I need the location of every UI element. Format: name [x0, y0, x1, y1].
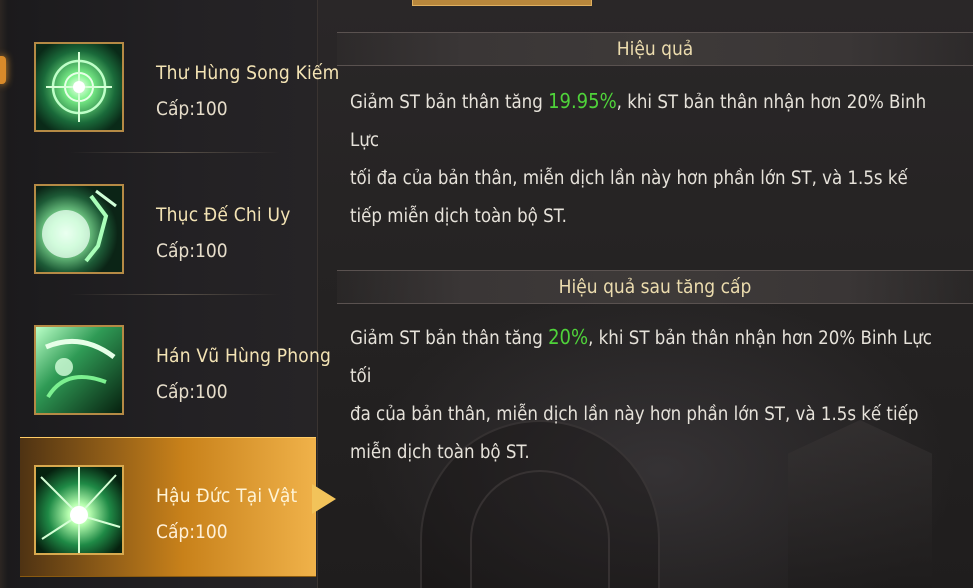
effect-value: 19.95%	[548, 89, 617, 113]
top-tab-edge	[412, 0, 592, 6]
upgrade-text: Giảm ST bản thân tăng	[350, 328, 549, 349]
skill-level: Cấp:100	[156, 521, 228, 543]
upgrade-effect-header: Hiệu quả sau tăng cấp	[337, 270, 973, 304]
upgrade-line-3: miễn dịch toàn bộ ST.	[350, 442, 530, 463]
upgrade-value: 20%	[548, 325, 589, 349]
skill-name: Thư Hùng Song Kiếm	[156, 62, 340, 84]
skill-level: Cấp:100	[156, 98, 228, 120]
effect-text: Giảm ST bản thân tăng	[350, 92, 549, 113]
effect-header: Hiệu quả	[337, 32, 973, 66]
twin-swords-skill-icon	[34, 42, 124, 132]
skill-level: Cấp:100	[156, 381, 228, 403]
upgrade-line-2: đa của bản thân, miễn dịch lần này hơn p…	[350, 404, 919, 425]
skill-list-panel: Thư Hùng Song Kiếm Cấp:100 Thục Đế Chi U…	[0, 0, 339, 588]
skill-level: Cấp:100	[156, 240, 228, 262]
effect-title: Hiệu quả	[616, 38, 694, 60]
wind-martial-skill-icon	[34, 325, 124, 415]
emperor-might-skill-icon	[34, 184, 124, 274]
skill-item-thuc-de-chi-uy[interactable]: Thục Đế Chi Uy Cấp:100	[20, 162, 318, 302]
skill-item-thu-hung-song-kiem[interactable]: Thư Hùng Song Kiếm Cấp:100	[20, 20, 339, 160]
list-divider	[70, 152, 280, 153]
virtue-burst-skill-icon	[34, 465, 124, 555]
skill-item-han-vu-hung-phong[interactable]: Hán Vũ Hùng Phong Cấp:100	[20, 303, 331, 443]
skill-name: Hậu Đức Tại Vật	[156, 485, 298, 507]
skill-name: Hán Vũ Hùng Phong	[156, 345, 332, 367]
upgrade-effect-title: Hiệu quả sau tăng cấp	[558, 276, 752, 298]
upgrade-line-1: Giảm ST bản thân tăng 20%, khi ST bản th…	[350, 318, 950, 396]
panel-left-edge	[0, 0, 8, 588]
effect-line-2: tối đa của bản thân, miễn dịch lần này h…	[350, 168, 908, 189]
effect-line-3: tiếp miễn dịch toàn bộ ST.	[350, 206, 567, 227]
panel-edge-glow	[0, 56, 6, 84]
skill-name: Thục Đế Chi Uy	[156, 204, 291, 226]
skill-item-hau-duc-tai-vat[interactable]: Hậu Đức Tại Vật Cấp:100	[20, 445, 318, 585]
list-divider	[70, 294, 280, 295]
effect-description: Giảm ST bản thân tăng 19.95%, khi ST bản…	[350, 82, 950, 236]
upgrade-effect-description: Giảm ST bản thân tăng 20%, khi ST bản th…	[350, 318, 950, 472]
effect-line-1: Giảm ST bản thân tăng 19.95%, khi ST bản…	[350, 82, 950, 160]
